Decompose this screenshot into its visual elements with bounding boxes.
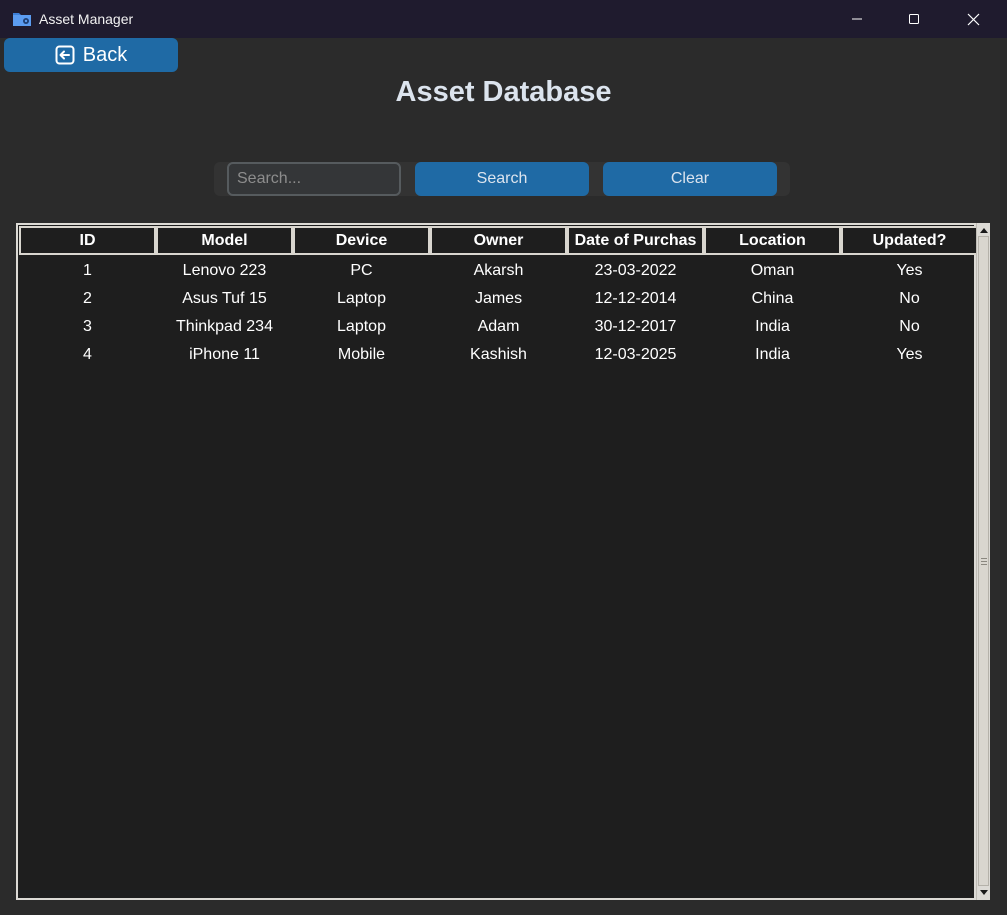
table-row[interactable]: 3 Thinkpad 234 Laptop Adam 30-12-2017 In… [19, 313, 978, 341]
cell-location: India [755, 346, 790, 363]
cell-owner: James [474, 290, 523, 307]
search-input[interactable] [227, 162, 401, 196]
cell-id: 1 [83, 262, 92, 279]
table-header: ID Model Device Owner Date of Purchas Lo… [19, 226, 978, 255]
cell-id: 2 [83, 290, 92, 307]
cell-device: PC [350, 262, 373, 279]
cell-updated: No [899, 318, 920, 335]
grip-line [981, 558, 987, 559]
cell-model: Asus Tuf 15 [182, 290, 267, 307]
cell-model: iPhone 11 [189, 346, 260, 363]
column-header-location[interactable]: Location [704, 226, 841, 255]
cell-model: Thinkpad 234 [176, 318, 273, 335]
table-scrollbar[interactable] [976, 223, 990, 900]
cell-device: Laptop [337, 318, 386, 335]
cell-device: Laptop [337, 290, 386, 307]
close-button[interactable] [944, 0, 1002, 38]
column-header-owner[interactable]: Owner [430, 226, 567, 255]
back-button[interactable]: Back [4, 38, 178, 72]
column-header-id[interactable]: ID [19, 226, 156, 255]
column-header-device[interactable]: Device [293, 226, 430, 255]
back-button-label: Back [82, 43, 128, 66]
page-title: Asset Database [395, 76, 612, 108]
cell-date: 23-03-2022 [594, 262, 677, 279]
maximize-button[interactable] [885, 0, 943, 38]
column-header-date-of-purchase[interactable]: Date of Purchas [567, 226, 704, 255]
cell-location: India [755, 318, 790, 335]
window-bottom-edge [0, 900, 1007, 915]
column-header-updated[interactable]: Updated? [841, 226, 978, 255]
grip-line [981, 561, 987, 562]
table-row[interactable]: 2 Asus Tuf 15 Laptop James 12-12-2014 Ch… [19, 285, 978, 313]
cell-updated: Yes [896, 262, 923, 279]
scroll-down-icon[interactable] [980, 890, 988, 895]
cell-id: 3 [83, 318, 92, 335]
scroll-up-icon[interactable] [980, 228, 988, 233]
close-icon [967, 13, 979, 25]
table-row[interactable]: 4 iPhone 11 Mobile Kashish 12-03-2025 In… [19, 341, 978, 369]
asset-table: ID Model Device Owner Date of Purchas Lo… [16, 223, 978, 900]
clear-button[interactable]: Clear [603, 162, 777, 196]
cell-location: Oman [750, 262, 795, 279]
cell-date: 30-12-2017 [594, 318, 677, 335]
window-title: Asset Manager [39, 11, 134, 27]
column-header-model[interactable]: Model [156, 226, 293, 255]
grip-line [981, 564, 987, 565]
cell-device: Mobile [337, 346, 386, 363]
title-bar: Asset Manager [0, 0, 1007, 38]
cell-date: 12-12-2014 [594, 290, 677, 307]
cell-updated: No [899, 290, 920, 307]
cell-updated: Yes [896, 346, 923, 363]
scrollbar-thumb[interactable] [978, 236, 989, 886]
window-edge [990, 38, 1007, 915]
table-body: 1 Lenovo 223 PC Akarsh 23-03-2022 Oman Y… [19, 257, 978, 369]
cell-date: 12-03-2025 [594, 346, 677, 363]
maximize-icon [909, 14, 919, 24]
cell-owner: Adam [477, 318, 520, 335]
cell-id: 4 [83, 346, 92, 363]
minimize-icon [852, 18, 862, 20]
cell-location: China [751, 290, 794, 307]
folder-gear-icon [13, 13, 31, 26]
arrow-left-box-icon [55, 45, 75, 65]
cell-owner: Akarsh [473, 262, 524, 279]
search-button[interactable]: Search [415, 162, 589, 196]
cell-model: Lenovo 223 [182, 262, 267, 279]
minimize-button[interactable] [828, 0, 886, 38]
table-row[interactable]: 1 Lenovo 223 PC Akarsh 23-03-2022 Oman Y… [19, 257, 978, 285]
cell-owner: Kashish [470, 346, 527, 363]
